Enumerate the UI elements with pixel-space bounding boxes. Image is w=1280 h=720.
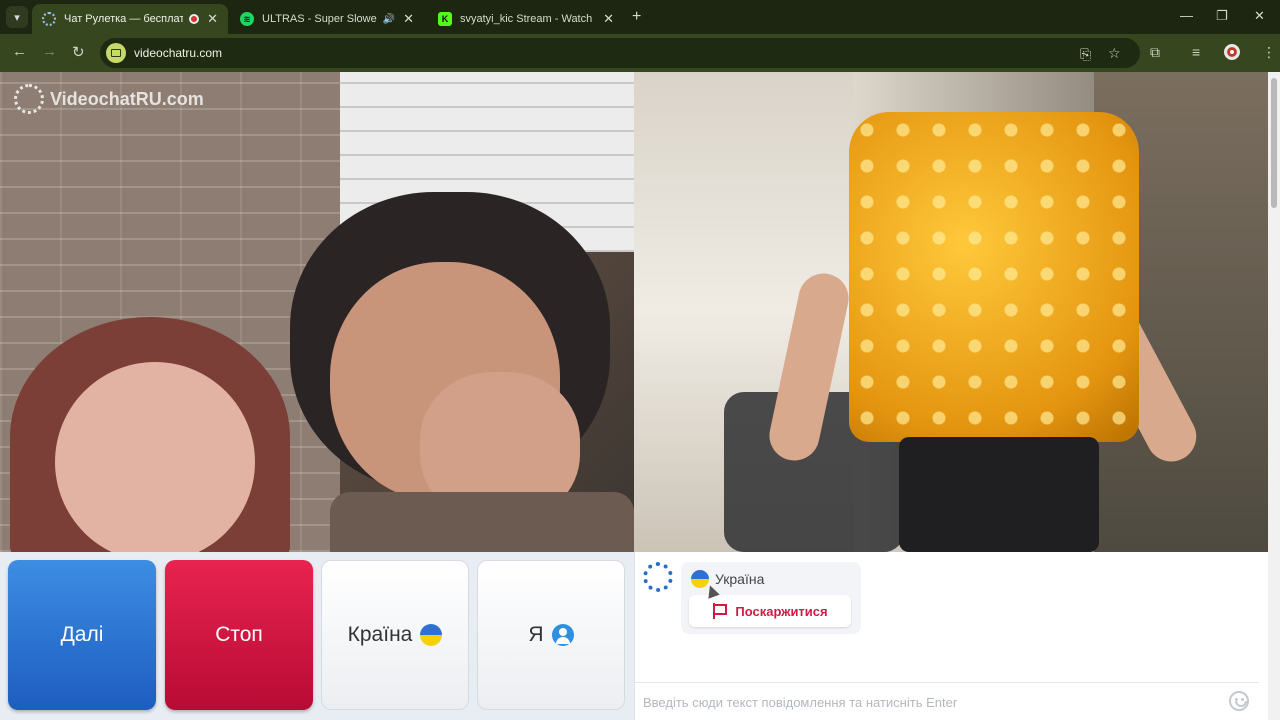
- country-button[interactable]: Країна: [321, 560, 469, 710]
- reload-icon[interactable]: ↻: [72, 43, 85, 61]
- person-pants: [899, 437, 1099, 552]
- partner-country: Україна: [691, 570, 764, 588]
- close-tab-icon[interactable]: ✕: [207, 11, 218, 27]
- self-video: VideochatRU.com: [0, 72, 634, 552]
- videochat-logo-icon: [14, 84, 44, 114]
- chat-panel: Україна Поскаржитися: [634, 552, 1259, 720]
- tab-title: Чат Рулетка — бесплатный: [64, 13, 184, 25]
- tab-kick-stream[interactable]: K svyatyi_kic Stream - Watch Live ✕: [428, 4, 624, 34]
- chat-controls: Далі Стоп Країна Я: [0, 552, 634, 720]
- tab-ultras[interactable]: ≋ ULTRAS - Super Slowed • S 🔊 ✕: [230, 4, 424, 34]
- new-tab-icon[interactable]: +: [632, 8, 641, 26]
- ukraine-flag-icon: [691, 570, 709, 588]
- user-avatar-icon: [551, 624, 574, 646]
- extensions-icon[interactable]: ⧉: [1150, 44, 1160, 61]
- browser-menu-icon[interactable]: ⋮: [1262, 44, 1276, 61]
- restore-icon[interactable]: ❐: [1216, 8, 1228, 24]
- me-button-label: Я: [528, 623, 544, 646]
- partner-video: [634, 72, 1268, 552]
- stop-button-label: Стоп: [215, 623, 263, 646]
- next-button-label: Далі: [60, 623, 104, 646]
- person-face: [55, 362, 255, 552]
- me-button[interactable]: Я: [477, 560, 625, 710]
- videochat-favicon-icon: [42, 12, 56, 26]
- site-watermark: VideochatRU.com: [14, 84, 204, 114]
- page-scrollbar[interactable]: [1268, 72, 1280, 720]
- next-button[interactable]: Далі: [8, 560, 156, 710]
- close-tab-icon[interactable]: ✕: [403, 11, 414, 27]
- site-info-icon[interactable]: [106, 43, 126, 63]
- videochat-logo-icon: [643, 562, 673, 592]
- forward-icon[interactable]: →: [42, 43, 57, 60]
- profile-avatar-icon[interactable]: [1224, 44, 1240, 60]
- chat-message-input[interactable]: [643, 691, 1213, 713]
- install-app-icon[interactable]: ⎘: [1080, 46, 1091, 63]
- minimize-icon[interactable]: —: [1180, 8, 1193, 23]
- browser-toolbar: ← → ↻ videochatru.com ⎘ ☆ ⧉ ≡ ⋮: [0, 34, 1280, 72]
- browser-tab-bar: ▾ Чат Рулетка — бесплатный ✕ ≋ ULTRAS - …: [0, 0, 1280, 34]
- partner-country-label: Україна: [715, 571, 765, 587]
- media-controls-icon[interactable]: ≡: [1192, 44, 1200, 60]
- country-button-label: Країна: [347, 623, 413, 646]
- url-text: videochatru.com: [134, 46, 223, 60]
- emoji-icon[interactable]: [1229, 691, 1249, 711]
- tab-title: svyatyi_kic Stream - Watch Live: [460, 13, 595, 25]
- tab-search-button[interactable]: ▾: [6, 6, 28, 28]
- kick-favicon-icon: K: [438, 12, 452, 26]
- tab-videochat[interactable]: Чат Рулетка — бесплатный ✕: [32, 4, 228, 34]
- person-shirt: [849, 112, 1139, 442]
- bookmark-star-icon[interactable]: ☆: [1108, 45, 1121, 62]
- ukraine-flag-icon: [420, 624, 443, 646]
- report-flag-icon: [712, 603, 728, 619]
- scrollbar-thumb[interactable]: [1271, 78, 1277, 208]
- spotify-favicon-icon: ≋: [240, 12, 254, 26]
- watermark-text: VideochatRU.com: [50, 88, 204, 109]
- chat-input-bar: [635, 682, 1259, 720]
- stop-button[interactable]: Стоп: [165, 560, 313, 710]
- report-button[interactable]: Поскаржитися: [689, 595, 851, 627]
- back-icon[interactable]: ←: [12, 43, 27, 60]
- address-bar[interactable]: videochatru.com ⎘ ☆: [100, 38, 1140, 68]
- close-tab-icon[interactable]: ✕: [603, 11, 614, 27]
- tab-title: ULTRAS - Super Slowed • S: [262, 13, 377, 25]
- close-window-icon[interactable]: ✕: [1254, 8, 1265, 24]
- audio-playing-icon[interactable]: 🔊: [383, 14, 395, 25]
- person-jacket: [330, 492, 634, 552]
- report-button-label: Поскаржитися: [735, 603, 828, 619]
- recording-icon: [189, 14, 200, 24]
- videochat-page: VideochatRU.com Далі Стоп Країна Я Украї…: [0, 72, 1268, 720]
